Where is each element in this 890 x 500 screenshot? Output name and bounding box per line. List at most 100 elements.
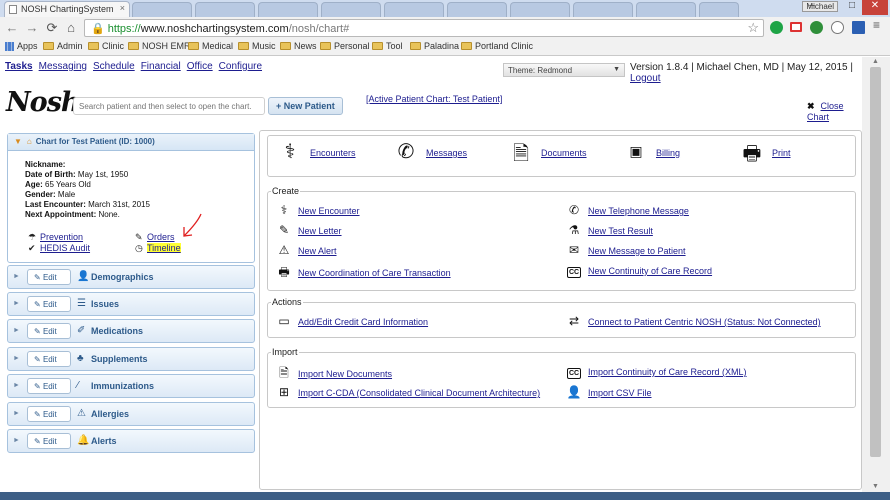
browser-tab[interactable] (573, 2, 633, 17)
reload-icon[interactable]: ⟳ (44, 20, 60, 36)
browser-tab[interactable] (258, 2, 318, 17)
extension-icon[interactable] (852, 21, 865, 34)
active-patient-chart-link[interactable]: [Active Patient Chart: Test Patient] (366, 94, 502, 104)
bookmark-folder[interactable]: Portland Clinic (461, 41, 533, 51)
browser-tab[interactable] (510, 2, 570, 17)
new-telephone-message-link[interactable]: ✆ New Telephone Message (564, 203, 689, 217)
minimize-icon[interactable]: – (804, 0, 820, 15)
main-nav: Tasks Messaging Schedule Financial Office Con… (5, 61, 268, 72)
money-icon: ▣ (629, 143, 643, 159)
section-title: Immunizations (91, 381, 155, 391)
section-demographics[interactable]: ► ✎ Edit 👤 Demographics (7, 265, 255, 289)
section-alerts[interactable]: ► ✎ Edit 🔔 Alerts (7, 429, 255, 453)
user-icon: 👤 (566, 385, 582, 399)
nav-office[interactable]: Office (187, 61, 213, 72)
maximize-icon[interactable]: □ (844, 0, 860, 15)
patient-search-input[interactable] (73, 97, 265, 115)
bookmark-folder[interactable]: News (280, 41, 317, 51)
section-immunizations[interactable]: ► ✎ Edit ⁄ Immunizations (7, 374, 255, 398)
browser-tab-active[interactable]: NOSH ChartingSystem × (4, 1, 130, 17)
edit-immunizations-button[interactable]: ✎ Edit (27, 378, 71, 394)
forward-icon[interactable]: → (24, 20, 40, 36)
browser-tab[interactable] (195, 2, 255, 17)
scroll-down-icon[interactable]: ▼ (870, 483, 881, 490)
scrollbar-thumb[interactable] (870, 67, 881, 457)
flask-icon: ⚗ (568, 223, 580, 237)
bookmark-apps[interactable]: Apps (5, 41, 38, 51)
section-supplements[interactable]: ► ✎ Edit ♣ Supplements (7, 347, 255, 371)
new-continuity-of-care-record-link[interactable]: CC New Continuity of Care Record (564, 263, 712, 278)
patient-chart-panel: ▼ ⌂ Chart for Test Patient (ID: 1000) Nick… (7, 133, 255, 263)
chevron-down-icon: ▼ (613, 66, 620, 73)
new-alert-link[interactable]: ⚠ New Alert (274, 243, 337, 257)
section-issues[interactable]: ► ✎ Edit ☰ Issues (7, 292, 255, 316)
browser-tab[interactable] (384, 2, 444, 17)
theme-select[interactable]: Theme: Redmond ▼ (503, 63, 625, 77)
tab-close-icon[interactable]: × (120, 3, 125, 13)
connect-patient-nosh-link[interactable]: ⇄ Connect to Patient Centric NOSH (Status… (564, 314, 821, 328)
bookmark-folder[interactable]: Paladina (410, 41, 459, 51)
section-allergies[interactable]: ► ✎ Edit ⚠ Allergies (7, 402, 255, 426)
new-encounter-link[interactable]: ⚕ New Encounter (274, 203, 360, 217)
bookmark-folder[interactable]: Personal (320, 41, 370, 51)
browser-tab[interactable] (699, 2, 739, 17)
new-test-result-link[interactable]: ⚗ New Test Result (564, 223, 653, 237)
edit-demographics-button[interactable]: ✎ Edit (27, 269, 71, 285)
orders-link[interactable]: ✎ Orders (135, 232, 175, 243)
medkit-icon: ⊞ (278, 385, 290, 399)
bookmark-folder[interactable]: Clinic (88, 41, 124, 51)
prevention-link[interactable]: ☂ Prevention (28, 232, 83, 243)
import-ccr-xml-link[interactable]: CC Import Continuity of Care Record (XML) (564, 364, 747, 379)
close-chart-button[interactable]: ✖ Close Chart (807, 101, 862, 122)
nav-financial[interactable]: Financial (141, 61, 181, 72)
new-letter-link[interactable]: ✎ New Letter (274, 223, 342, 237)
nav-messaging[interactable]: Messaging (39, 61, 87, 72)
page-scrollbar[interactable]: ▲ ▼ (862, 57, 890, 492)
browser-tab[interactable] (321, 2, 381, 17)
folder-icon (43, 42, 54, 50)
import-ccda-link[interactable]: ⊞ Import C-CDA (Consolidated Clinical Doc… (274, 385, 540, 399)
nav-tasks[interactable]: Tasks (5, 61, 33, 72)
eyedropper-icon: ✐ (77, 325, 86, 336)
nav-schedule[interactable]: Schedule (93, 61, 135, 72)
bookmarks-bar: Apps Admin Clinic NOSH EMR Medical Music… (0, 39, 890, 56)
bookmark-folder[interactable]: Music (238, 41, 276, 51)
browser-tab[interactable] (447, 2, 507, 17)
address-bar[interactable]: 🔒 https://www.noshchartingsystem.com/nosh… (84, 19, 764, 37)
edit-issues-button[interactable]: ✎ Edit (27, 296, 71, 312)
edit-alerts-button[interactable]: ✎ Edit (27, 433, 71, 449)
gmail-icon[interactable] (790, 22, 802, 32)
menu-icon[interactable]: ≡ (873, 18, 886, 32)
new-patient-button[interactable]: + New Patient (268, 97, 343, 115)
browser-tab[interactable] (636, 2, 696, 17)
bookmark-folder[interactable]: Tool (372, 41, 403, 51)
home-icon[interactable]: ⌂ (63, 20, 79, 36)
edit-supplements-button[interactable]: ✎ Edit (27, 351, 71, 367)
edit-medications-button[interactable]: ✎ Edit (27, 323, 71, 339)
age-row: Age: 65 Years Old (25, 180, 91, 189)
new-coordination-of-care-link[interactable]: 🖶 New Coordination of Care Transaction (274, 263, 450, 284)
import-csv-link[interactable]: 👤 Import CSV File (564, 385, 652, 399)
bookmark-star-icon[interactable]: ☆ (747, 20, 759, 36)
bookmark-folder[interactable]: Medical (188, 41, 233, 51)
extension-icon[interactable] (810, 21, 823, 34)
extension-icon[interactable] (831, 21, 844, 34)
import-new-documents-link[interactable]: 🗎 Import New Documents (274, 364, 392, 385)
scroll-up-icon[interactable]: ▲ (870, 58, 881, 65)
nav-configure[interactable]: Configure (219, 61, 262, 72)
edit-allergies-button[interactable]: ✎ Edit (27, 406, 71, 422)
window-close-icon[interactable]: ✕ (862, 0, 888, 15)
exchange-arrows-icon: ⇄ (568, 314, 580, 328)
bookmark-folder[interactable]: Admin (43, 41, 83, 51)
logout-link[interactable]: Logout (630, 73, 661, 84)
browser-tab[interactable] (132, 2, 192, 17)
section-medications[interactable]: ► ✎ Edit ✐ Medications (7, 319, 255, 343)
timeline-link[interactable]: ◷ Timeline (135, 243, 181, 254)
credit-card-link[interactable]: ▭ Add/Edit Credit Card Information (274, 314, 428, 328)
new-message-to-patient-link[interactable]: ✉ New Message to Patient (564, 243, 686, 257)
bookmark-folder[interactable]: NOSH EMR (128, 41, 191, 51)
hedis-audit-link[interactable]: ✔ HEDIS Audit (28, 243, 90, 254)
back-icon[interactable]: ← (4, 20, 20, 36)
extension-icon[interactable] (770, 21, 783, 34)
patient-chart-header[interactable]: ▼ ⌂ Chart for Test Patient (ID: 1000) (8, 134, 254, 151)
